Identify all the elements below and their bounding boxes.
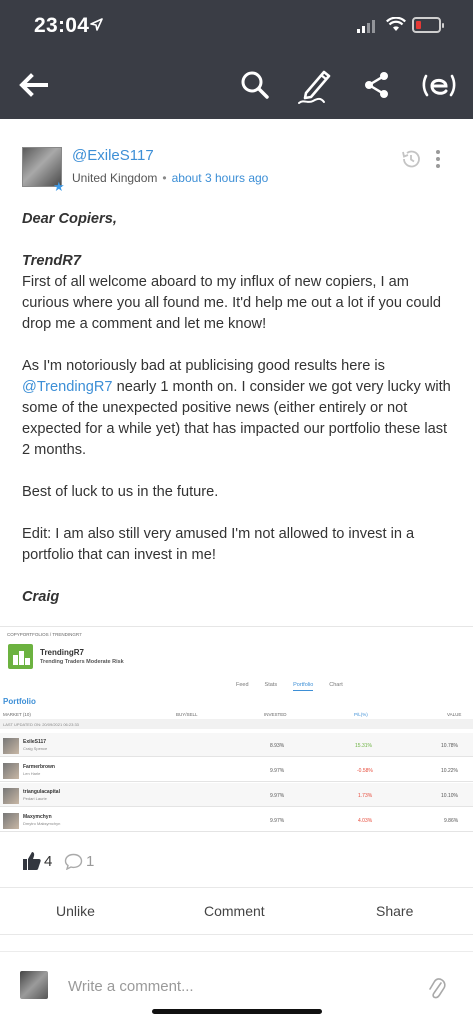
etoro-button[interactable] [416,62,462,108]
value-cell: 10.78% [441,743,458,749]
wifi-icon [386,17,406,31]
table-row: triangulacapital Pedari Laurie 9.97% 1.7… [0,783,473,807]
post-greeting: Dear Copiers, [22,211,117,227]
etoro-logo-icon [422,74,456,97]
back-button[interactable] [10,62,56,108]
search-icon [241,71,269,99]
last-updated: LAST UPDATED ON: 20/09/2021 06:23:33 [0,719,473,729]
post-paragraph-1: First of all welcome aboard to my influx… [22,274,441,332]
post-time[interactable]: about 3 hours ago [172,171,269,185]
value-cell: 9.86% [444,818,459,824]
home-indicator [152,1009,322,1014]
invested-cell: 9.97% [270,793,285,799]
table-row: Farmerbrown Len Harle 9.97% -0.58% 10.22… [0,758,473,782]
trader-avatar [3,788,19,804]
trader-avatar [3,763,19,779]
column-pl: P/L(%) [354,712,368,717]
divider [0,887,473,888]
like-count: 4 [44,853,53,870]
trader-fullname: Dmytro Maksymchyn [23,821,61,826]
history-icon[interactable] [399,147,423,171]
post-body: Dear Copiers, TrendR7 First of all welco… [22,209,452,608]
pencil-icon [298,70,331,104]
value-cell: 10.22% [441,768,458,774]
value-cell: 10.10% [441,793,458,799]
portfolio-logo [8,644,33,669]
divider [0,934,473,935]
reactions-bar: 4 1 [22,851,222,873]
share-post-button[interactable]: Share [376,903,413,919]
pl-cell: -0.58% [357,768,373,774]
table-row: Maxymchyn Dmytro Maksymchyn 9.97% 4.03% … [0,808,473,832]
author-location: United Kingdom [72,171,158,185]
invested-cell: 9.97% [270,818,285,824]
pl-cell: 4.03% [358,818,373,824]
column-value: VALUE [447,712,462,717]
thumbs-up-icon[interactable] [22,851,42,871]
portfolio-description: Trending Traders Moderate Risk [40,659,124,665]
tab-chart: Chart [329,682,343,688]
status-time: 23:04 [34,14,90,37]
search-button[interactable] [232,62,278,108]
post-heading: TrendR7 [22,253,81,269]
column-buy-sell: BUY/SELL [176,712,198,717]
battery-icon [412,17,444,33]
cellular-signal-icon [357,19,375,33]
post-paragraph-4: Edit: I am also still very amused I'm no… [22,526,415,563]
trader-avatar [3,813,19,829]
unlike-button[interactable]: Unlike [56,903,95,919]
invested-cell: 9.97% [270,768,285,774]
trader-name: Farmerbrown [23,764,55,770]
arrow-left-icon [19,73,48,97]
attachment-breadcrumb: COPYPORTFOLIOS / TRENDINGR7 [7,632,82,637]
post-meta: United Kingdom • about 3 hours ago [72,171,268,185]
trader-avatar [3,738,19,754]
post-header: ★ @ExileS117 United Kingdom • about 3 hour… [22,147,452,197]
attachment-tabs: Feed Stats Portfolio Chart [236,682,343,691]
column-market: MARKET (10) [3,712,31,717]
trader-name: triangulacapital [23,789,60,795]
table-row: ExileS117 Craig Spence 8.93% 15.31% 10.7… [0,733,473,757]
comment-count: 1 [86,853,95,870]
tab-portfolio: Portfolio [293,682,314,691]
paperclip-icon[interactable] [428,976,446,1000]
my-avatar [20,971,48,999]
top-bar: 23:04 [0,0,473,119]
comment-bubble-icon[interactable] [64,853,83,870]
post-signature: Craig [22,589,60,605]
share-icon [365,72,388,98]
trader-fullname: Len Harle [23,771,41,776]
more-options-icon[interactable] [436,150,440,168]
trader-name: Maxymchyn [23,814,52,820]
trader-fullname: Pedari Laurie [23,796,47,801]
pl-cell: 15.31% [355,743,372,749]
pl-cell: 1.73% [358,793,373,799]
post-paragraph-3: Best of luck to us in the future. [22,484,219,500]
tab-stats: Stats [264,682,278,688]
author-username[interactable]: @ExileS117 [72,147,154,164]
attached-image[interactable]: COPYPORTFOLIOS / TRENDINGR7 TrendingR7 T… [0,626,473,834]
comment-input[interactable] [68,974,398,998]
mention-link[interactable]: @TrendingR7 [22,379,113,395]
star-icon: ★ [53,179,65,194]
column-invested: INVESTED [264,712,287,717]
edit-button[interactable] [291,62,337,108]
location-arrow-icon [90,18,103,31]
tab-feed: Feed [236,682,249,688]
portfolio-name: TrendingR7 [40,648,85,657]
separator-dot: • [162,171,167,185]
portfolio-section-title: Portfolio [3,697,36,706]
comment-button[interactable]: Comment [204,903,265,919]
paragraph-2-text-start: As I'm notoriously bad at publicising go… [22,358,385,374]
trader-name: ExileS117 [23,739,47,745]
post-paragraph-2: As I'm notoriously bad at publicising go… [22,356,452,461]
trader-fullname: Craig Spence [23,746,48,751]
invested-cell: 8.93% [270,743,285,749]
share-button[interactable] [354,62,400,108]
